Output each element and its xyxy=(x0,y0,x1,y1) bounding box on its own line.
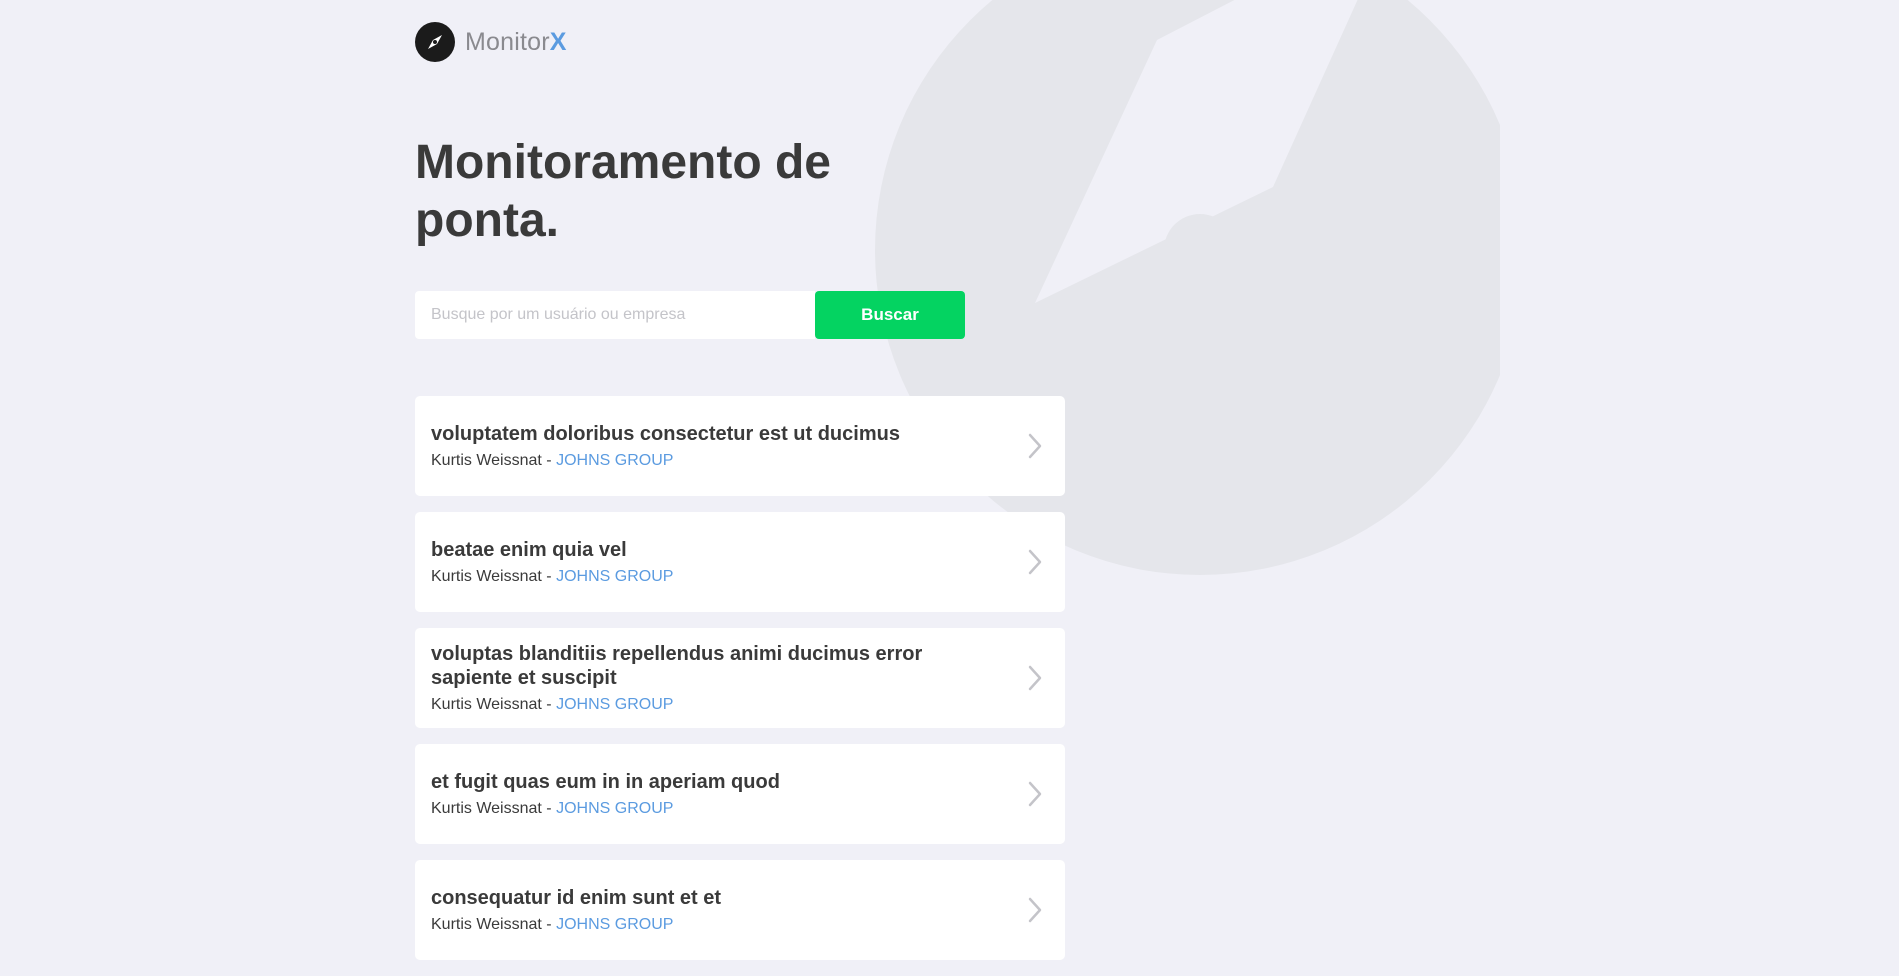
list-item-author: Kurtis Weissnat xyxy=(431,915,542,933)
list-item-body: voluptas blanditiis repellendus animi du… xyxy=(431,642,985,715)
list-item-meta: Kurtis Weissnat - JOHNS GROUP xyxy=(431,915,721,935)
page-title: Monitoramento de ponta. xyxy=(415,136,831,247)
list-item-author: Kurtis Weissnat xyxy=(431,799,542,817)
list-item-body: voluptatem doloribus consectetur est ut … xyxy=(431,422,900,471)
chevron-right-icon xyxy=(1028,665,1042,691)
list-item-meta: Kurtis Weissnat - JOHNS GROUP xyxy=(431,451,900,471)
list-item-author: Kurtis Weissnat xyxy=(431,695,542,713)
list-item-meta: Kurtis Weissnat - JOHNS GROUP xyxy=(431,799,780,819)
chevron-right-icon xyxy=(1028,781,1042,807)
list-item-title: beatae enim quia vel xyxy=(431,538,627,561)
brand-name-main: Monitor xyxy=(465,27,550,56)
list-item-separator: - xyxy=(541,915,557,933)
list-item-company: JOHNS GROUP xyxy=(556,915,674,933)
list-item-company: JOHNS GROUP xyxy=(556,799,674,817)
list-item-separator: - xyxy=(541,451,557,469)
list-item-separator: - xyxy=(541,695,557,713)
list-item-title: voluptatem doloribus consectetur est ut … xyxy=(431,422,900,445)
list-item-title: voluptas blanditiis repellendus animi du… xyxy=(431,642,923,689)
compass-icon xyxy=(415,22,455,62)
chevron-right-icon xyxy=(1028,433,1042,459)
brand-name: MonitorX xyxy=(465,28,567,57)
list-item-author: Kurtis Weissnat xyxy=(431,567,542,585)
list-item-separator: - xyxy=(541,567,557,585)
list-item-title: consequatur id enim sunt et et xyxy=(431,886,722,909)
list-item[interactable]: voluptatem doloribus consectetur est ut … xyxy=(415,396,1065,496)
results-list: voluptatem doloribus consectetur est ut … xyxy=(415,396,1065,976)
list-item-company: JOHNS GROUP xyxy=(556,451,674,469)
list-item-company: JOHNS GROUP xyxy=(556,567,674,585)
list-item-body: et fugit quas eum in in aperiam quod Kur… xyxy=(431,770,780,819)
list-item-company: JOHNS GROUP xyxy=(556,695,674,713)
brand-logo[interactable]: MonitorX xyxy=(415,22,567,62)
list-item[interactable]: beatae enim quia vel Kurtis Weissnat - J… xyxy=(415,512,1065,612)
list-item[interactable]: voluptas blanditiis repellendus animi du… xyxy=(415,628,1065,728)
list-item-separator: - xyxy=(541,799,557,817)
search-input[interactable] xyxy=(415,291,815,339)
list-item[interactable]: consequatur id enim sunt et et Kurtis We… xyxy=(415,860,1065,960)
list-item-meta: Kurtis Weissnat - JOHNS GROUP xyxy=(431,567,673,587)
brand-name-accent: X xyxy=(549,27,567,56)
list-item-body: consequatur id enim sunt et et Kurtis We… xyxy=(431,886,721,935)
chevron-right-icon xyxy=(1028,897,1042,923)
search-button[interactable]: Buscar xyxy=(815,291,965,339)
chevron-right-icon xyxy=(1028,549,1042,575)
list-item-meta: Kurtis Weissnat - JOHNS GROUP xyxy=(431,695,985,715)
list-item-author: Kurtis Weissnat xyxy=(431,451,542,469)
list-item-title: et fugit quas eum in in aperiam quod xyxy=(431,770,780,793)
list-item-body: beatae enim quia vel Kurtis Weissnat - J… xyxy=(431,538,673,587)
list-item[interactable]: et fugit quas eum in in aperiam quod Kur… xyxy=(415,744,1065,844)
search-form: Buscar xyxy=(415,291,965,339)
